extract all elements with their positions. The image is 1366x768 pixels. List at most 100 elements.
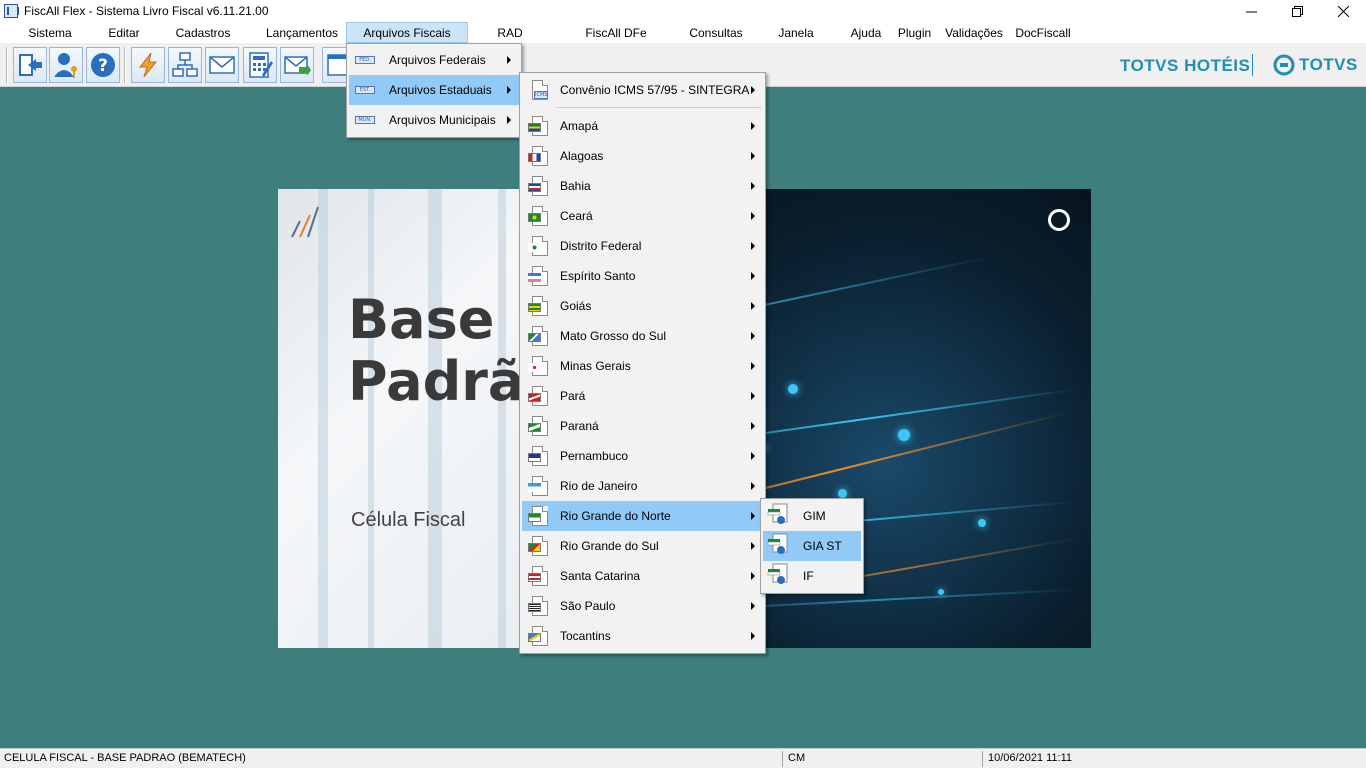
menu-item-arquivos-municipais[interactable]: MUN. Arquivos Municipais [349, 105, 519, 135]
goias-flag-icon [528, 295, 550, 317]
submenu-arrow-icon [751, 512, 755, 520]
menu-item-rio-grande-do-sul[interactable]: Rio Grande do Sul [522, 531, 763, 561]
menu-arquivos-fiscais[interactable]: Arquivos Fiscais [346, 22, 468, 43]
help-icon: ? [91, 53, 115, 77]
svg-text:?: ? [98, 56, 108, 76]
user-key-button[interactable] [49, 47, 83, 83]
submenu-arrow-icon [751, 362, 755, 370]
menu-item-espirito-santo[interactable]: Espírito Santo [522, 261, 763, 291]
mail-button[interactable] [205, 47, 239, 83]
mato-grosso-do-sul-flag-icon [528, 325, 550, 347]
bahia-flag-icon [528, 175, 550, 197]
totvs-hoteis-logo: TOTVS HOTÉIS [1120, 56, 1251, 75]
network-icon [172, 52, 198, 77]
lightning-button[interactable] [131, 47, 165, 83]
menu-separator [556, 107, 761, 108]
totvs-logo-text: TOTVS [1299, 55, 1358, 74]
gia-st-file-icon [767, 533, 788, 554]
gim-file-icon [767, 503, 788, 524]
if-file-icon [767, 563, 788, 584]
submenu-arrow-icon [751, 302, 755, 310]
menu-item-alagoas[interactable]: Alagoas [522, 141, 763, 171]
menu-item-para[interactable]: Pará [522, 381, 763, 411]
menu-item-distrito-federal[interactable]: Distrito Federal [522, 231, 763, 261]
menu-item-rio-de-janeiro[interactable]: Rio de Janeiro [522, 471, 763, 501]
menu-item-bahia[interactable]: Bahia [522, 171, 763, 201]
menu-item-tocantins[interactable]: Tocantins [522, 621, 763, 651]
menu-consultas[interactable]: Consultas [680, 22, 752, 43]
submenu-arrow-icon [751, 452, 755, 460]
menu-item-if[interactable]: IF [763, 561, 861, 591]
menu-janela[interactable]: Janela [752, 22, 840, 43]
restore-icon[interactable] [1274, 0, 1320, 22]
window-controls [1228, 0, 1366, 22]
mail-send-icon [284, 56, 311, 76]
menu-item-santa-catarina[interactable]: Santa Catarina [522, 561, 763, 591]
menu-item-rio-grande-do-norte[interactable]: Rio Grande do Norte [522, 501, 763, 531]
window-title: FiscAll Flex - Sistema Livro Fiscal v6.1… [24, 4, 269, 18]
banner-subtitle: Célula Fiscal [351, 509, 466, 531]
menu-cadastros[interactable]: Cadastros [148, 22, 258, 43]
menu-item-pernambuco[interactable]: Pernambuco [522, 441, 763, 471]
exit-icon [19, 54, 42, 76]
menu-item-parana[interactable]: Paraná [522, 411, 763, 441]
logo-divider [1252, 54, 1253, 76]
submenu-arrow-icon [507, 56, 511, 64]
network-button[interactable] [168, 47, 202, 83]
menu-docfiscall[interactable]: DocFiscall [1011, 22, 1075, 43]
rio-grande-do-sul-flag-icon [528, 535, 550, 557]
calculator-icon [249, 52, 273, 78]
submenu-arrow-icon [751, 152, 755, 160]
menu-item-minas-gerais[interactable]: Minas Gerais [522, 351, 763, 381]
menu-item-goias[interactable]: Goiás [522, 291, 763, 321]
menu-item-arquivos-estaduais[interactable]: EST. Arquivos Estaduais [349, 75, 519, 105]
submenu-arrow-icon [751, 392, 755, 400]
menu-fiscall-dfe[interactable]: FiscAll DFe [552, 22, 680, 43]
submenu-arrow-icon [751, 182, 755, 190]
status-datetime: 10/06/2021 11:11 [988, 752, 1073, 764]
mail-send-button[interactable] [280, 47, 314, 83]
close-icon[interactable] [1320, 0, 1366, 22]
user-key-icon [54, 53, 77, 78]
menu-item-mato-grosso-do-sul[interactable]: Mato Grosso do Sul [522, 321, 763, 351]
arquivos-estaduais-menu: ICMS Convênio ICMS 57/95 - SINTEGRA Amap… [519, 72, 766, 654]
rio-de-janeiro-flag-icon [528, 475, 550, 497]
minimize-icon[interactable] [1228, 0, 1274, 22]
submenu-arrow-icon [751, 332, 755, 340]
totvs-symbol-icon [1273, 54, 1295, 76]
menu-editar[interactable]: Editar [100, 22, 148, 43]
menu-ajuda[interactable]: Ajuda [840, 22, 892, 43]
mail-icon [209, 56, 235, 74]
menu-item-sao-paulo[interactable]: São Paulo [522, 591, 763, 621]
menu-item-gia-st[interactable]: GIA ST [763, 531, 861, 561]
menu-item-amapa[interactable]: Amapá [522, 111, 763, 141]
app-icon [4, 4, 19, 18]
calculator-button[interactable] [243, 47, 277, 83]
submenu-arrow-icon [751, 422, 755, 430]
tocantins-flag-icon [528, 625, 550, 647]
menu-bar: Sistema Editar Cadastros Lançamentos Arq… [0, 22, 1366, 43]
exit-button[interactable] [13, 47, 47, 83]
menu-item-gim[interactable]: GIM [763, 501, 861, 531]
title-bar: FiscAll Flex - Sistema Livro Fiscal v6.1… [0, 0, 1366, 22]
rio-grande-do-norte-flag-icon [528, 505, 550, 527]
submenu-arrow-icon [751, 572, 755, 580]
minas-gerais-flag-icon [528, 355, 550, 377]
menu-validacoes[interactable]: Validações [937, 22, 1011, 43]
menu-rad[interactable]: RAD [468, 22, 552, 43]
menu-plugin[interactable]: Plugin [892, 22, 937, 43]
submenu-arrow-icon [751, 542, 755, 550]
menu-lancamentos[interactable]: Lançamentos [258, 22, 346, 43]
menu-sistema[interactable]: Sistema [0, 22, 100, 43]
help-button[interactable]: ? [86, 47, 120, 83]
santa-catarina-flag-icon [528, 565, 550, 587]
status-bar: CELULA FISCAL - BASE PADRAO (BEMATECH) C… [0, 748, 1366, 768]
menu-item-convenio-icms[interactable]: ICMS Convênio ICMS 57/95 - SINTEGRA [522, 75, 763, 105]
amapa-flag-icon [528, 115, 550, 137]
rio-grande-do-norte-menu: GIM GIA ST IF [760, 498, 864, 594]
state-file-icon: EST. [355, 79, 377, 101]
submenu-arrow-icon [751, 86, 755, 94]
menu-item-arquivos-federais[interactable]: FED. Arquivos Federais [349, 45, 519, 75]
federal-file-icon: FED. [355, 49, 377, 71]
menu-item-ceara[interactable]: Ceará [522, 201, 763, 231]
